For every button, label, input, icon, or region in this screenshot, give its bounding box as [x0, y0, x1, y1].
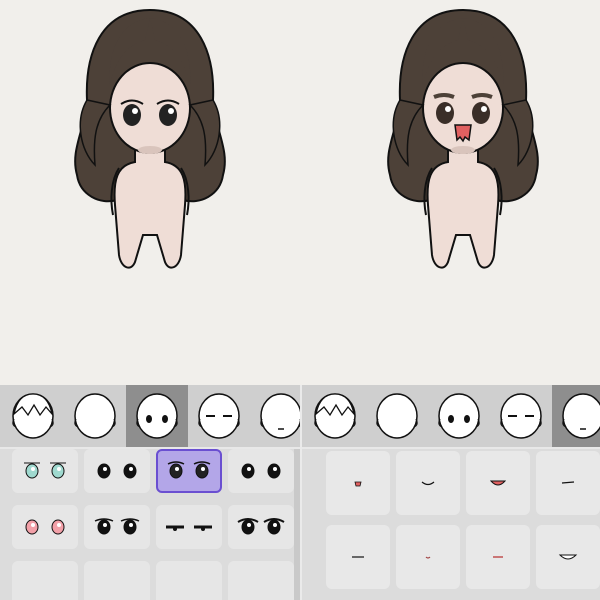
small-red-mouth-icon	[354, 481, 362, 487]
avatar-preview-area	[0, 0, 600, 385]
head-tab-5[interactable]	[250, 385, 300, 447]
head-tab-3[interactable]	[126, 385, 188, 447]
flat-mouth-icon	[352, 556, 364, 558]
eyes-head-icon	[136, 393, 178, 439]
bald-head-icon	[74, 393, 116, 439]
mouth-option[interactable]	[396, 451, 460, 515]
avatar-figure-right	[387, 8, 539, 269]
mouth-option[interactable]	[466, 451, 530, 515]
lip-mouth-icon	[493, 556, 503, 558]
flat-eyes-icon	[166, 525, 212, 531]
eye-option[interactable]	[156, 505, 222, 549]
line-mouth-icon	[561, 481, 575, 484]
avatar-figure-left	[74, 8, 226, 269]
eye-option[interactable]	[228, 561, 294, 600]
dot-mouth-icon	[425, 556, 431, 559]
head-tab-5[interactable]	[552, 385, 600, 447]
mouth-option[interactable]	[536, 451, 600, 515]
eye-picker-panel	[0, 385, 300, 600]
head-tab-4[interactable]	[490, 385, 552, 447]
mouth-option[interactable]	[326, 525, 390, 589]
panel-divider	[302, 447, 600, 449]
mouth-picker-panel	[300, 385, 600, 600]
mouth-option[interactable]	[326, 451, 390, 515]
head-tab-1[interactable]	[304, 385, 366, 447]
mouth-option[interactable]	[466, 525, 530, 589]
mouth-option[interactable]	[536, 525, 600, 589]
closed-eyes-head-icon	[198, 393, 240, 439]
hair-bangs-head-icon	[314, 393, 356, 439]
bald-head-icon	[376, 393, 418, 439]
head-tab-3[interactable]	[428, 385, 490, 447]
closed-eyes-head-icon	[500, 393, 542, 439]
blank-option	[90, 570, 144, 596]
eye-option[interactable]	[84, 505, 150, 549]
open-smile-mouth-icon	[489, 480, 507, 486]
grin-mouth-icon	[558, 554, 578, 560]
head-tab-2[interactable]	[366, 385, 428, 447]
hair-bangs-head-icon	[12, 393, 54, 439]
eye-option[interactable]	[156, 561, 222, 600]
blank-option	[18, 570, 72, 596]
eye-option[interactable]	[228, 449, 294, 493]
mouth-head-icon	[260, 393, 300, 439]
teal-eyes-icon	[24, 462, 66, 479]
eye-option[interactable]	[156, 449, 222, 493]
big-eyes-icon	[237, 518, 285, 535]
blank-option	[162, 570, 216, 596]
head-tab-4[interactable]	[188, 385, 250, 447]
eye-option[interactable]	[12, 449, 78, 493]
smile-mouth-icon	[421, 481, 435, 486]
head-tab-1[interactable]	[2, 385, 64, 447]
mouth-head-icon	[562, 393, 600, 439]
eye-option[interactable]	[12, 505, 78, 549]
small-dark-eyes-icon	[97, 463, 137, 479]
oval-eyes-icon	[94, 518, 140, 535]
wide-eyes-icon	[167, 461, 211, 479]
eye-option[interactable]	[84, 561, 150, 600]
head-tab-2[interactable]	[64, 385, 126, 447]
eye-option[interactable]	[84, 449, 150, 493]
eye-option[interactable]	[228, 505, 294, 549]
round-eyes-icon	[241, 463, 281, 479]
pink-eyes-icon	[25, 519, 65, 535]
blank-option	[234, 570, 288, 596]
eye-option[interactable]	[12, 561, 78, 600]
mouth-option[interactable]	[396, 525, 460, 589]
eyes-head-icon	[438, 393, 480, 439]
